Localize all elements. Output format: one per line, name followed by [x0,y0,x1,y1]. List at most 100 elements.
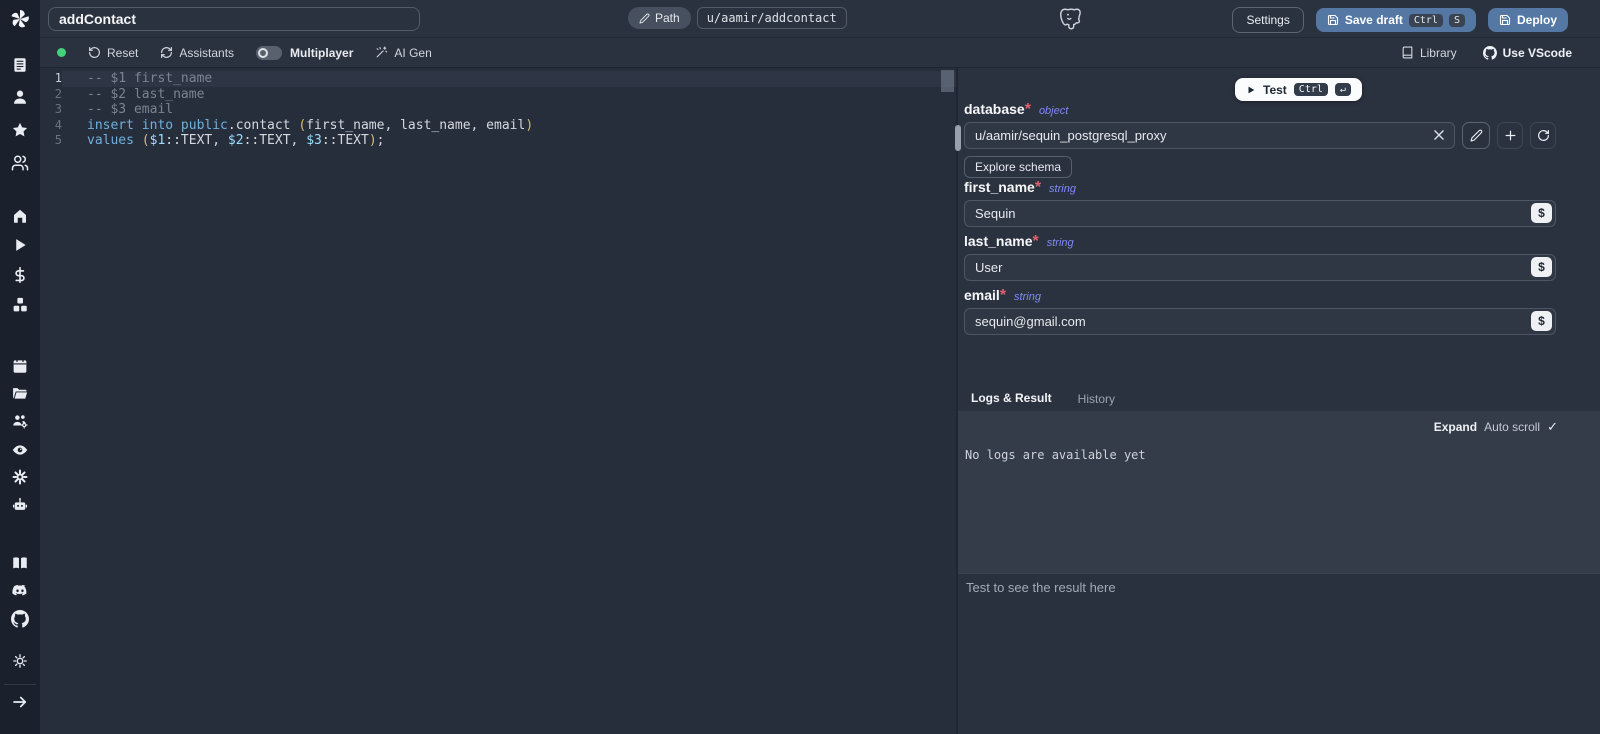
kbd-enter: ↵ [1335,83,1351,96]
editor-scrollbar[interactable] [941,70,954,92]
result-placeholder: Test to see the result here [966,580,1592,595]
script-name-input[interactable] [48,7,420,31]
play-icon [1246,85,1256,95]
discord-icon[interactable] [11,581,29,599]
folder-icon[interactable] [11,384,29,402]
refresh-resource-button[interactable] [1530,122,1556,149]
assistants-label: Assistants [179,46,234,60]
expand-button[interactable]: Expand [1434,420,1477,434]
multiplayer-label: Multiplayer [290,46,353,60]
save-icon [1499,14,1511,26]
github-icon[interactable] [11,610,29,628]
calendar-icon[interactable] [11,357,29,375]
test-button[interactable]: Test Ctrl ↵ [1235,78,1362,101]
reset-label: Reset [107,46,138,60]
required-mark: * [1032,233,1038,250]
workers-icon[interactable] [11,412,29,430]
line-number: 2 [40,87,62,103]
check-icon[interactable]: ✓ [1547,419,1558,435]
book-icon [1401,46,1414,59]
line-number: 3 [40,102,62,118]
book-icon[interactable] [11,554,29,572]
sidebar-divider [4,684,36,685]
edit-resource-button[interactable] [1462,122,1490,149]
rotate-icon [1537,129,1550,142]
clear-icon[interactable] [1432,128,1446,142]
last-name-field: last_name* string $ [964,233,1556,281]
postgresql-icon [1058,6,1084,32]
line-number: 4 [40,118,62,134]
sidebar [0,0,40,734]
user-group-icon[interactable] [11,154,29,172]
ai-gen-label: AI Gen [394,46,431,60]
field-type: string [1047,237,1074,249]
dollar-icon[interactable] [11,266,29,284]
variable-picker-button[interactable]: $ [1531,257,1552,277]
kbd-ctrl: Ctrl [1409,14,1443,27]
code-line: 2 -- $2 last_name [40,87,956,103]
code-line: 3 -- $3 email [40,102,956,118]
cubes-icon[interactable] [11,296,29,314]
tab-history[interactable]: History [1065,391,1128,413]
explore-schema-button[interactable]: Explore schema [964,156,1072,178]
field-label: database [964,101,1025,117]
script-path[interactable]: u/aamir/addcontact [697,7,847,29]
required-mark: * [1000,287,1006,304]
robot-icon[interactable] [11,496,29,514]
settings-button[interactable]: Settings [1232,7,1303,33]
toggle-knob [258,48,268,58]
newspaper-icon[interactable] [11,56,29,74]
logs-empty-message: No logs are available yet [958,435,1600,462]
windmill-logo-icon[interactable] [8,7,32,31]
database-input[interactable] [964,122,1455,149]
refresh-icon [160,46,173,59]
status-dot [57,48,66,57]
settings-label: Settings [1246,13,1289,27]
logs-drawer: Expand Auto scroll ✓ No logs are availab… [958,411,1600,573]
code-editor[interactable]: 1 -- $1 first_name 2 -- $2 last_name 3 -… [40,68,956,734]
add-resource-button[interactable] [1497,122,1523,149]
play-icon[interactable] [11,236,29,254]
database-field: database* object Explore schema [964,101,1556,178]
panel-divider [956,68,958,734]
pencil-icon [1470,129,1483,142]
gear-icon[interactable] [11,468,29,486]
editor-toolbar: Reset Assistants Multiplayer AI Gen Libr… [40,38,1600,68]
email-input[interactable] [964,308,1556,335]
vscode-icon [1483,46,1497,60]
deploy-button[interactable]: Deploy [1488,8,1568,32]
home-icon[interactable] [11,207,29,225]
star-icon[interactable] [11,121,29,139]
panel-resize-handle[interactable] [955,125,961,151]
sun-icon[interactable] [11,652,29,670]
library-button[interactable]: Library [1401,46,1457,60]
eye-icon[interactable] [11,441,29,459]
assistants-button[interactable]: Assistants [160,46,234,60]
kbd-s: S [1449,14,1465,27]
multiplayer-toggle[interactable] [256,46,282,60]
save-draft-button[interactable]: Save draft Ctrl S [1316,8,1476,32]
user-icon[interactable] [11,88,29,106]
topbar: Path u/aamir/addcontact Settings Save dr… [40,0,1600,38]
line-number: 1 [40,71,62,87]
email-field: email* string $ [964,287,1556,335]
arrow-right-icon[interactable] [11,693,29,711]
reset-button[interactable]: Reset [88,46,138,60]
ai-gen-button[interactable]: AI Gen [375,46,431,60]
library-label: Library [1420,46,1457,60]
field-type: string [1014,291,1041,303]
use-vscode-button[interactable]: Use VScode [1483,46,1572,60]
path-chip[interactable]: Path [628,7,691,29]
code-line: 1 -- $1 first_name [40,71,956,87]
autoscroll-label: Auto scroll [1484,420,1540,434]
field-label: first_name [964,179,1035,195]
required-mark: * [1035,179,1041,196]
variable-picker-button[interactable]: $ [1531,311,1552,331]
last-name-input[interactable] [964,254,1556,281]
undo-icon [88,46,101,59]
variable-picker-button[interactable]: $ [1531,203,1552,223]
first-name-input[interactable] [964,200,1556,227]
test-panel: Test Ctrl ↵ database* object [958,68,1600,734]
tab-logs-result[interactable]: Logs & Result [958,391,1065,413]
field-label: email [964,287,1000,303]
